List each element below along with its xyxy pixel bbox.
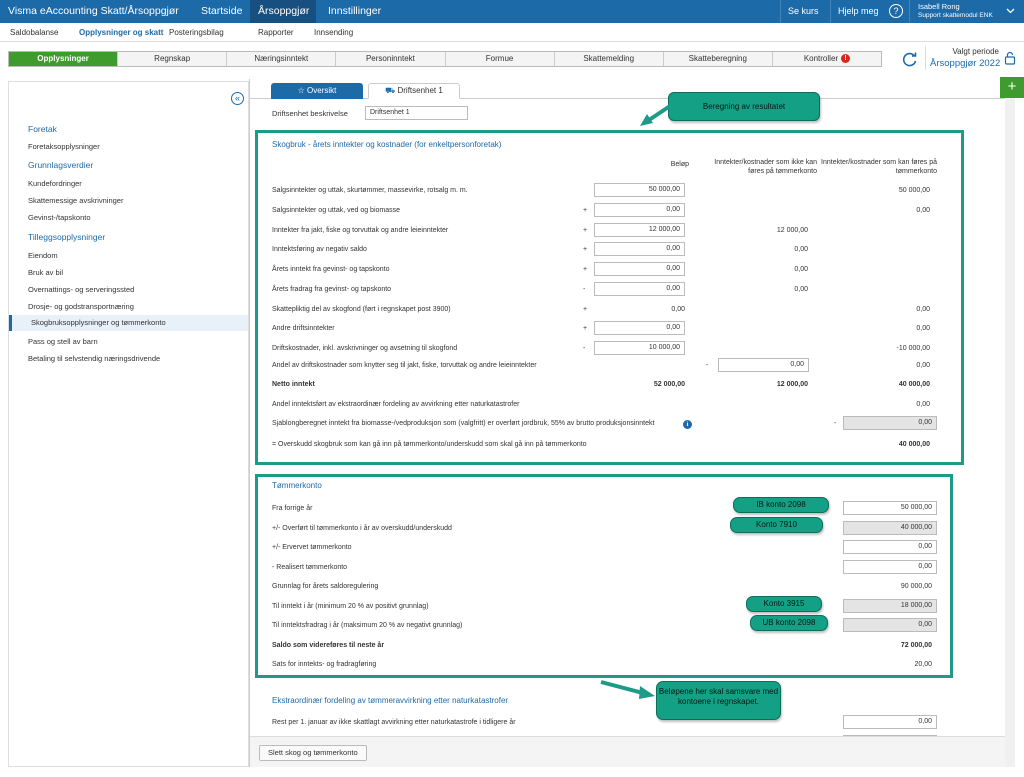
- ekstraordinar-row-label: Rest per 1. januar av ikke skattlagt avv…: [272, 719, 516, 726]
- sidebar-item-avskrivninger[interactable]: Skattemessige avskrivninger: [28, 196, 123, 205]
- scrollbar[interactable]: [1005, 98, 1015, 767]
- nav-innstillinger[interactable]: Innstillinger: [320, 0, 389, 23]
- sidebar-item-drosje[interactable]: Drosje- og godstransportnæring: [28, 302, 134, 311]
- highlight-skogbruk: [255, 130, 964, 465]
- divider: [925, 46, 926, 70]
- period-label: Valgt periode: [952, 47, 999, 56]
- ekstraordinar-input[interactable]: 0,00: [843, 715, 937, 729]
- konto-tag: UB konto 2098: [750, 615, 828, 631]
- sidebar-item-overnatting[interactable]: Overnattings- og serveringssted: [28, 285, 134, 294]
- callout-samsvar: Beløpene her skal samsvare med kontoene …: [656, 681, 781, 720]
- app-title: Visma eAccounting Skatt/Årsoppgjør: [8, 5, 179, 17]
- help-icon[interactable]: ?: [889, 4, 903, 18]
- konto-tag: IB konto 2098: [733, 497, 829, 513]
- arrow-icon: [600, 680, 655, 699]
- chevron-down-icon: [1006, 8, 1015, 14]
- subtab-driftsenhet[interactable]: ⛟ Driftsenhet 1: [368, 83, 460, 99]
- sidebar-group-foretak: Foretak: [28, 124, 57, 134]
- subtab-line: [250, 98, 1006, 99]
- subtab-driftsenhet-label: Driftsenhet 1: [397, 86, 443, 95]
- tab-skatteberegning[interactable]: Skatteberegning: [664, 52, 773, 66]
- subnav-innsending[interactable]: Innsending: [314, 23, 353, 42]
- konto-tag: Konto 7910: [730, 517, 823, 533]
- subnav-posteringsbilag[interactable]: Posteringsbilag: [169, 23, 224, 42]
- sidebar-item-kundefordringer[interactable]: Kundefordringer: [28, 179, 82, 188]
- warning-badge: !: [841, 54, 851, 64]
- konto-tag: Konto 3915: [746, 596, 822, 612]
- subtab-oversikt-label: Oversikt: [307, 86, 337, 95]
- nav-startside[interactable]: Startside: [193, 0, 250, 23]
- sidebar-item-skogbruk[interactable]: Skogbruksopplysninger og tømmerkonto: [9, 315, 248, 331]
- nav-arsoppgjor[interactable]: Årsoppgjør: [250, 0, 316, 23]
- se-kurs-link[interactable]: Se kurs: [780, 0, 826, 23]
- tab-kontroller[interactable]: Kontroller!: [773, 52, 881, 66]
- user-menu[interactable]: Isabell Rong Support skattemodul ENK: [909, 0, 1024, 23]
- refresh-icon[interactable]: [902, 51, 918, 67]
- callout-resultat: Beregning av resultatet: [668, 92, 820, 121]
- tractor-icon: ⛟: [385, 86, 396, 95]
- arrow-icon: [640, 104, 672, 126]
- sidebar-group-tillegg: Tilleggsopplysninger: [28, 232, 106, 242]
- subtab-oversikt[interactable]: ☆ Oversikt: [271, 83, 363, 99]
- main-tabs: Opplysninger Regnskap Næringsinntekt Per…: [8, 51, 882, 67]
- subnav-rapporter[interactable]: Rapporter: [258, 23, 294, 42]
- sidebar-item-eiendom[interactable]: Eiendom: [28, 251, 58, 260]
- sidebar-item-bil[interactable]: Bruk av bil: [28, 268, 63, 277]
- subnav-saldobalanse[interactable]: Saldobalanse: [10, 23, 58, 42]
- tab-formue[interactable]: Formue: [446, 52, 555, 66]
- ekstraordinar-title: Ekstraordinær fordeling av tømmeravvirkn…: [272, 696, 509, 705]
- tab-skattemelding[interactable]: Skattemelding: [555, 52, 664, 66]
- subnav-opplysninger[interactable]: Opplysninger og skatt: [79, 23, 163, 42]
- sidebar-item-betaling[interactable]: Betaling til selvstendig næringsdrivende: [28, 354, 160, 363]
- collapse-sidebar-icon[interactable]: «: [231, 92, 244, 105]
- tab-personinntekt[interactable]: Personinntekt: [336, 52, 446, 66]
- period-value[interactable]: Årsoppgjør 2022: [930, 58, 1000, 69]
- sidebar-item-foretaksopplysninger[interactable]: Foretaksopplysninger: [28, 142, 100, 151]
- tab-naeringsinntekt[interactable]: Næringsinntekt: [227, 52, 337, 66]
- bottom-bar: Slett skog og tømmerkonto: [250, 736, 1006, 767]
- sidebar-item-gevinst[interactable]: Gevinst-/tapskonto: [28, 213, 91, 222]
- highlight-tommerkonto: [255, 474, 953, 678]
- sidebar-group-grunnlagsverdier: Grunnlagsverdier: [28, 160, 94, 170]
- sidebar: « Foretak Foretaksopplysninger Grunnlags…: [8, 81, 249, 767]
- driftsenhet-input[interactable]: Driftsenhet 1: [365, 106, 468, 120]
- add-button[interactable]: +: [1000, 77, 1024, 98]
- tab-opplysninger[interactable]: Opplysninger: [9, 52, 119, 66]
- lock-icon[interactable]: [1004, 51, 1016, 65]
- sidebar-item-pass[interactable]: Pass og stell av barn: [28, 337, 98, 346]
- sub-nav: Saldobalanse Opplysninger og skatt Poste…: [0, 23, 1024, 42]
- user-role: Support skattemodul ENK: [918, 12, 993, 19]
- star-icon: ☆: [297, 86, 305, 95]
- user-name: Isabell Rong: [918, 2, 960, 11]
- tab-kontroller-label: Kontroller: [803, 54, 839, 63]
- tab-regnskap[interactable]: Regnskap: [118, 52, 228, 66]
- help-link[interactable]: Hjelp meg: [830, 0, 886, 23]
- top-bar: Visma eAccounting Skatt/Årsoppgjør Start…: [0, 0, 1024, 23]
- driftsenhet-label: Driftsenhet beskrivelse: [272, 109, 348, 118]
- slett-button[interactable]: Slett skog og tømmerkonto: [259, 745, 367, 761]
